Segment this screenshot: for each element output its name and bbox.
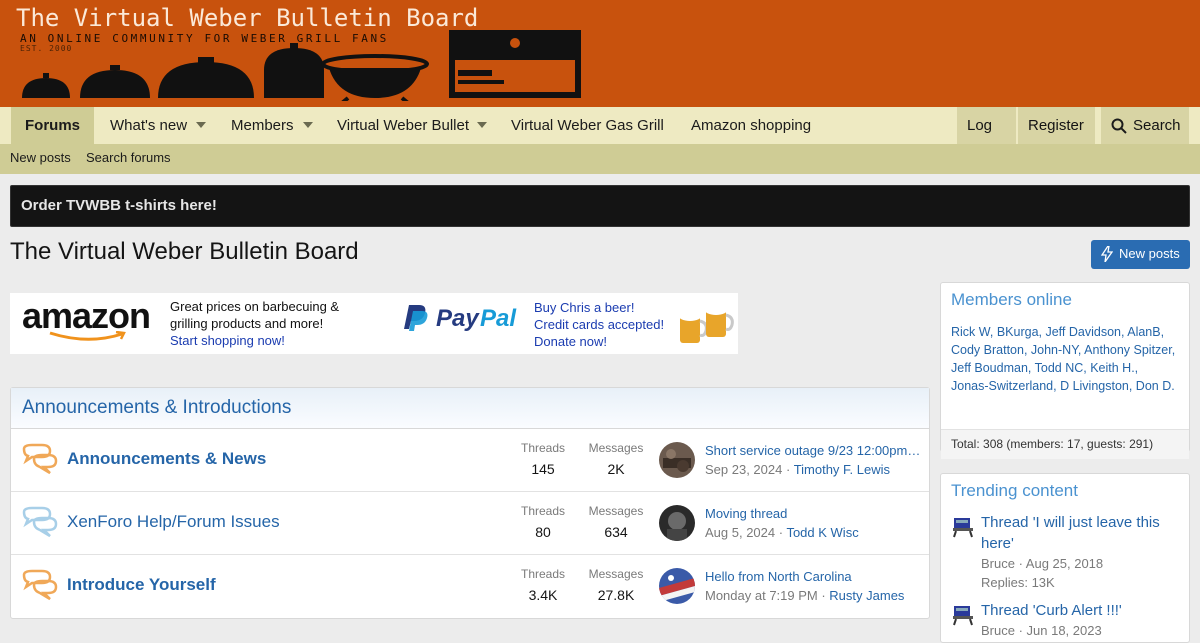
- new-posts-label: New posts: [1119, 246, 1180, 261]
- messages-label: Messages: [588, 504, 644, 518]
- grill-avatar-icon: [953, 606, 973, 626]
- forum-category: Announcements & Introductions Announceme…: [10, 387, 930, 619]
- nav-bullet-chevron-down-icon[interactable]: [477, 122, 487, 128]
- trending-widget: Trending content Thread 'I will just lea…: [940, 473, 1190, 643]
- site-banner[interactable]: The Virtual Weber Bulletin Board AN ONLI…: [0, 0, 1200, 107]
- forum-title[interactable]: Announcements & News: [67, 449, 266, 469]
- amazon-ad-line1: Great prices on barbecuing &: [170, 299, 340, 314]
- last-post-date: Monday at 7:19 PM: [705, 588, 818, 603]
- grill-avatar-icon: [953, 518, 973, 538]
- forum-title[interactable]: Introduce Yourself: [67, 575, 216, 595]
- nav-whats-new-chevron-down-icon[interactable]: [196, 122, 206, 128]
- members-online-total: Total: 308 (members: 17, guests: 291): [941, 429, 1189, 459]
- threads-label: Threads: [520, 504, 566, 518]
- last-post-user[interactable]: Rusty James: [829, 588, 904, 603]
- nav-gas-grill[interactable]: Virtual Weber Gas Grill: [511, 107, 664, 144]
- last-post: Hello from North Carolina Monday at 7:19…: [705, 569, 921, 603]
- paypal-donate-link[interactable]: Donate now!: [534, 333, 664, 350]
- messages-stat: Messages 2K: [581, 441, 651, 477]
- subnav-search-forums[interactable]: Search forums: [86, 144, 171, 174]
- last-post: Moving thread Aug 5, 2024 · Todd K Wisc: [705, 506, 921, 540]
- subnav-new-posts[interactable]: New posts: [10, 144, 71, 174]
- avatar[interactable]: [659, 442, 695, 478]
- trending-item-meta: Bruce · Jun 18, 2023: [981, 623, 1102, 638]
- threads-count: 3.4K: [528, 587, 558, 603]
- trending-item-meta: Bruce · Aug 25, 2018: [981, 556, 1104, 571]
- messages-label: Messages: [588, 567, 644, 581]
- last-post-title[interactable]: Hello from North Carolina: [705, 569, 921, 584]
- forum-node[interactable]: Announcements & News Threads 145 Message…: [11, 429, 929, 492]
- messages-stat: Messages 634: [581, 504, 651, 540]
- bolt-icon: [1101, 246, 1113, 262]
- sub-nav: New posts Search forums: [0, 144, 1200, 174]
- register-button[interactable]: Register: [1018, 107, 1095, 144]
- grill-silhouettes-logo: [22, 30, 581, 101]
- messages-count: 634: [604, 524, 628, 540]
- members-online-title[interactable]: Members online: [941, 283, 1189, 317]
- amazon-ad-line2: grilling products and more!: [170, 316, 324, 331]
- trending-title[interactable]: Trending content: [941, 474, 1189, 508]
- last-post-user[interactable]: Todd K Wisc: [786, 525, 858, 540]
- forum-unread-chat-icon: [22, 569, 58, 601]
- trending-item-title[interactable]: Thread 'I will just leave this here': [981, 512, 1189, 554]
- new-posts-button[interactable]: New posts: [1091, 240, 1190, 269]
- threads-stat: Threads 80: [508, 504, 578, 540]
- avatar[interactable]: [659, 568, 695, 604]
- nav-members-chevron-down-icon[interactable]: [303, 122, 313, 128]
- paypal-wordmark-pal: Pal: [480, 305, 517, 332]
- trending-item-replies: Replies: 13K: [981, 575, 1055, 590]
- trending-item[interactable]: Thread 'Curb Alert !!!' Bruce · Jun 18, …: [941, 600, 1189, 640]
- search-label: Search: [1133, 117, 1181, 134]
- last-post: Short service outage 9/23 12:00pm ... Se…: [705, 443, 921, 477]
- threads-stat: Threads 145: [508, 441, 578, 477]
- search-button[interactable]: Search: [1101, 107, 1189, 144]
- ad-banner[interactable]: amazon Great prices on barbecuing & gril…: [10, 293, 738, 354]
- last-post-title[interactable]: Moving thread: [705, 506, 921, 521]
- threads-count: 80: [535, 524, 551, 540]
- nav-virtual-weber-bullet[interactable]: Virtual Weber Bullet: [337, 107, 469, 144]
- members-online-widget: Members online Rick W, BKurga, Jeff Davi…: [940, 282, 1190, 459]
- amazon-smile-icon: [49, 331, 126, 341]
- forum-unread-chat-icon: [22, 443, 58, 475]
- paypal-ad-line1: Buy Chris a beer!: [534, 300, 635, 315]
- category-title[interactable]: Announcements & Introductions: [11, 388, 929, 429]
- tshirt-notice[interactable]: Order TVWBB t-shirts here!: [10, 185, 1190, 227]
- forum-node[interactable]: Introduce Yourself Threads 3.4K Messages…: [11, 555, 929, 618]
- avatar[interactable]: [659, 505, 695, 541]
- nav-members[interactable]: Members: [231, 107, 294, 144]
- members-online-list[interactable]: Rick W, BKurga, Jeff Davidson, AlanB, Co…: [941, 317, 1189, 429]
- messages-count: 27.8K: [597, 587, 635, 603]
- messages-count: 2K: [607, 461, 625, 477]
- forum-node[interactable]: XenForo Help/Forum Issues Threads 80 Mes…: [11, 492, 929, 555]
- trending-item-title[interactable]: Thread 'Curb Alert !!!': [981, 600, 1189, 621]
- last-post-date: Sep 23, 2024: [705, 462, 783, 477]
- paypal-logo: Pay Pal: [404, 305, 517, 332]
- nav-amazon-shopping[interactable]: Amazon shopping: [691, 107, 811, 144]
- last-post-date: Aug 5, 2024: [705, 525, 776, 540]
- forum-read-chat-icon: [22, 506, 58, 538]
- paypal-ad-line2: Credit cards accepted!: [534, 317, 665, 332]
- threads-label: Threads: [520, 441, 566, 455]
- beer-mugs-icon: [678, 303, 734, 343]
- search-icon: [1111, 118, 1127, 134]
- threads-label: Threads: [520, 567, 566, 581]
- threads-stat: Threads 3.4K: [508, 567, 578, 603]
- messages-label: Messages: [588, 441, 644, 455]
- threads-count: 145: [531, 461, 555, 477]
- forum-title[interactable]: XenForo Help/Forum Issues: [67, 512, 280, 532]
- trending-item[interactable]: Thread 'I will just leave this here' Bru…: [941, 512, 1189, 592]
- messages-stat: Messages 27.8K: [581, 567, 651, 603]
- last-post-user[interactable]: Timothy F. Lewis: [794, 462, 890, 477]
- paypal-wordmark: Pay: [436, 305, 480, 332]
- amazon-shop-link[interactable]: Start shopping now!: [170, 332, 339, 349]
- last-post-title[interactable]: Short service outage 9/23 12:00pm ...: [705, 443, 921, 458]
- main-nav: Forums What's new Members Virtual Weber …: [0, 107, 1200, 171]
- nav-forums[interactable]: Forums: [11, 107, 95, 144]
- page-title: The Virtual Weber Bulletin Board: [10, 238, 359, 265]
- nav-whats-new[interactable]: What's new: [110, 107, 187, 144]
- login-button[interactable]: Log in: [957, 107, 1016, 171]
